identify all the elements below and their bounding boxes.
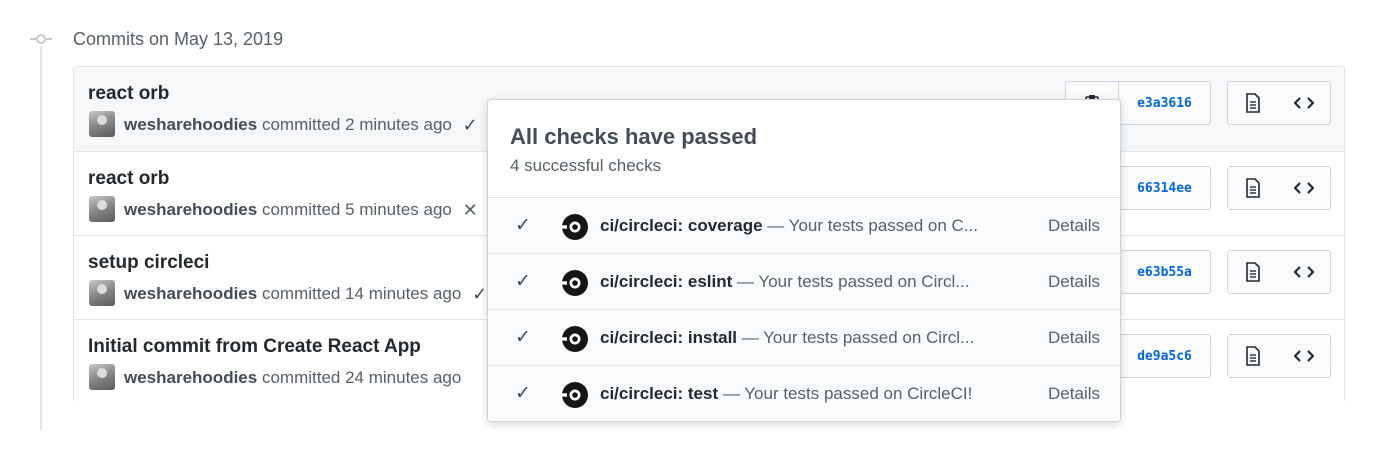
file-icon (1246, 178, 1260, 198)
avatar[interactable] (89, 280, 115, 306)
status-checks-popover: All checks have passed 4 successful chec… (487, 99, 1121, 422)
commit-time: committed 2 minutes ago (261, 115, 452, 134)
circleci-icon (561, 214, 588, 240)
commit-meta: wesharehoodies committed 24 minutes ago (124, 368, 461, 388)
browse-code-button[interactable] (1278, 250, 1331, 294)
check-context: ci/circleci: coverage (600, 216, 763, 235)
check-summary: ci/circleci: test — Your tests passed on… (600, 384, 972, 404)
check-description: — Your tests passed on Circl... (737, 328, 975, 347)
avatar[interactable] (89, 364, 115, 390)
commit-author-link[interactable]: wesharehoodies (124, 115, 257, 134)
browse-code-button[interactable] (1278, 334, 1331, 378)
browse-code-button[interactable] (1278, 81, 1331, 125)
check-details-link[interactable]: Details (1048, 384, 1100, 404)
commit-meta: wesharehoodies committed 2 minutes ago ✓ (124, 115, 478, 136)
commit-time: committed 24 minutes ago (261, 368, 462, 387)
browse-files-button[interactable] (1227, 166, 1279, 210)
circleci-icon (561, 270, 588, 296)
check-icon[interactable]: ✓ (463, 115, 478, 136)
commit-author-link[interactable]: wesharehoodies (124, 284, 257, 303)
commit-author-link[interactable]: wesharehoodies (124, 368, 257, 387)
check-context: ci/circleci: eslint (600, 272, 733, 291)
status-check-item: ✓ ci/circleci: coverage — Your tests pas… (488, 197, 1120, 253)
commit-time: committed 14 minutes ago (261, 284, 462, 303)
status-check-item: ✓ ci/circleci: eslint — Your tests passe… (488, 253, 1120, 309)
check-description: — Your tests passed on Circl... (732, 272, 970, 291)
file-icon (1246, 93, 1260, 113)
circleci-icon (561, 326, 588, 352)
code-icon (1294, 97, 1314, 109)
check-description: — Your tests passed on C... (762, 216, 979, 235)
check-details-link[interactable]: Details (1048, 272, 1100, 292)
git-commit-icon (30, 34, 52, 44)
browse-code-button[interactable] (1278, 166, 1331, 210)
avatar[interactable] (89, 196, 115, 222)
code-icon (1294, 350, 1314, 362)
file-icon (1246, 346, 1260, 366)
check-icon[interactable]: ✓ (472, 284, 487, 305)
commit-author-link[interactable]: wesharehoodies (124, 200, 257, 219)
code-icon (1294, 266, 1314, 278)
check-summary: ci/circleci: eslint — Your tests passed … (600, 272, 969, 292)
circleci-icon (561, 382, 588, 408)
browse-files-button[interactable] (1227, 81, 1279, 125)
check-description: — Your tests passed on CircleCI! (718, 384, 973, 403)
check-details-link[interactable]: Details (1048, 216, 1100, 236)
status-check-item: ✓ ci/circleci: test — Your tests passed … (488, 365, 1120, 421)
browse-files-button[interactable] (1227, 334, 1279, 378)
browse-files-button[interactable] (1227, 250, 1279, 294)
check-summary: ci/circleci: coverage — Your tests passe… (600, 216, 978, 236)
popover-subtitle: 4 successful checks (510, 156, 662, 175)
popover-title: All checks have passed (510, 124, 758, 149)
file-icon (1246, 262, 1260, 282)
commit-time: committed 5 minutes ago (261, 200, 452, 219)
commit-sha-button[interactable]: e63b55a (1119, 250, 1211, 294)
check-context: ci/circleci: test (600, 384, 719, 403)
commit-title-link[interactable]: setup circleci (88, 252, 209, 274)
check-icon: ✓ (515, 215, 531, 236)
avatar[interactable] (89, 111, 115, 137)
timeline-line (40, 46, 42, 430)
commit-title-link[interactable]: react orb (88, 83, 169, 105)
commit-meta: wesharehoodies committed 5 minutes ago ✕ (124, 200, 478, 221)
commit-title-link[interactable]: Initial commit from Create React App (88, 336, 421, 358)
check-icon: ✓ (515, 383, 531, 404)
commit-date-heading: Commits on May 13, 2019 (73, 29, 284, 49)
x-icon[interactable]: ✕ (463, 200, 478, 221)
commit-sha-button[interactable]: 66314ee (1119, 166, 1211, 210)
commit-sha-button[interactable]: e3a3616 (1119, 81, 1211, 125)
code-icon (1294, 182, 1314, 194)
check-icon: ✓ (515, 327, 531, 348)
check-details-link[interactable]: Details (1048, 328, 1100, 348)
commit-meta: wesharehoodies committed 14 minutes ago … (124, 284, 487, 305)
check-summary: ci/circleci: install — Your tests passed… (600, 328, 974, 348)
commit-title-link[interactable]: react orb (88, 168, 169, 190)
check-context: ci/circleci: install (600, 328, 738, 347)
status-check-item: ✓ ci/circleci: install — Your tests pass… (488, 309, 1120, 365)
check-icon: ✓ (515, 271, 531, 292)
commit-sha-button[interactable]: de9a5c6 (1119, 334, 1211, 378)
